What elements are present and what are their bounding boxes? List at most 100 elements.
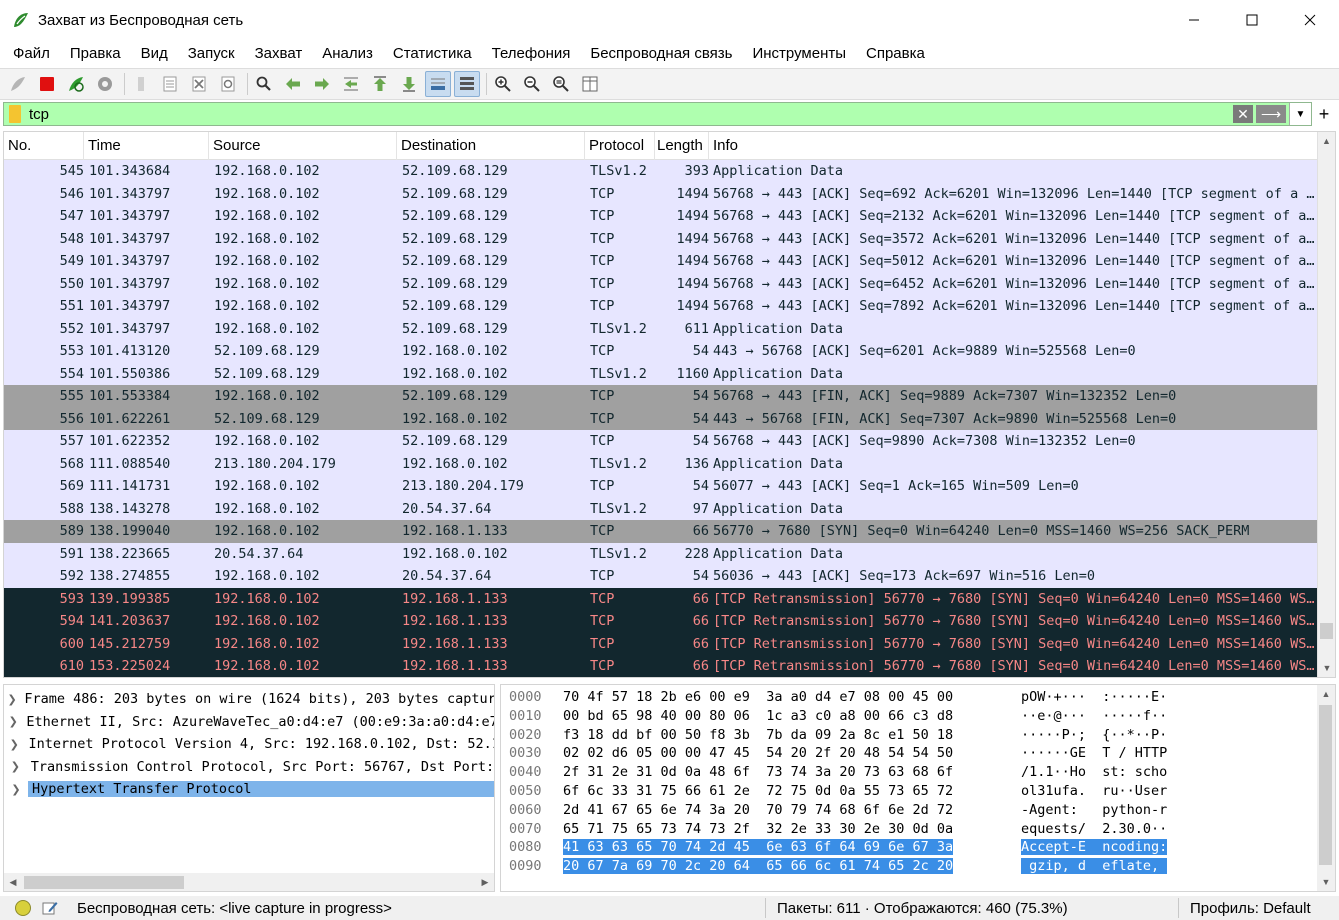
- bookmark-icon[interactable]: [9, 105, 21, 123]
- packet-row[interactable]: 569 111.141731 192.168.0.102 213.180.204.17…: [4, 475, 1335, 498]
- menu-help[interactable]: Справка: [856, 45, 935, 62]
- zoom-reset-button[interactable]: [548, 71, 574, 97]
- packet-row[interactable]: 549 101.343797 192.168.0.102 52.109.68.129 T…: [4, 250, 1335, 273]
- apply-filter-button[interactable]: ⟶: [1256, 105, 1286, 123]
- packet-row[interactable]: 550 101.343797 192.168.0.102 52.109.68.129 T…: [4, 272, 1335, 295]
- ascii-bytes[interactable]: ·····P·; {··*··P·: [1021, 727, 1167, 743]
- packet-row[interactable]: 600 145.212759 192.168.0.102 192.168.1.133 T…: [4, 632, 1335, 655]
- resize-columns-button[interactable]: [577, 71, 603, 97]
- scroll-left-icon[interactable]: ◀: [4, 877, 22, 888]
- packet-row[interactable]: 554 101.550386 52.109.68.129 192.168.0.102 T…: [4, 362, 1335, 385]
- ascii-bytes[interactable]: equests/ 2.30.0··: [1021, 821, 1167, 837]
- packet-row[interactable]: 548 101.343797 192.168.0.102 52.109.68.129 T…: [4, 227, 1335, 250]
- scroll-down-icon[interactable]: ▼: [1317, 873, 1335, 891]
- scroll-up-icon[interactable]: ▲: [1318, 132, 1335, 150]
- packet-row[interactable]: 568 111.088540 213.180.204.179 192.168.0.10…: [4, 452, 1335, 475]
- go-back-button[interactable]: [280, 71, 306, 97]
- hex-bytes[interactable]: 2f 31 2e 31 0d 0a 48 6f 73 74 3a 20 73 6…: [563, 764, 953, 780]
- stop-capture-button[interactable]: [34, 71, 60, 97]
- menu-file[interactable]: Файл: [3, 45, 60, 62]
- scrollbar-thumb[interactable]: [1320, 623, 1333, 640]
- packet-row[interactable]: 545 101.343684 192.168.0.102 52.109.68.129 T…: [4, 160, 1335, 183]
- hex-bytes[interactable]: 00 bd 65 98 40 00 80 06 1c a3 c0 a8 00 6…: [563, 708, 953, 724]
- zoom-out-button[interactable]: [519, 71, 545, 97]
- expand-arrow-icon[interactable]: ❯: [4, 693, 20, 706]
- colorize-toggle[interactable]: [454, 71, 480, 97]
- expand-arrow-icon[interactable]: ❯: [4, 738, 25, 751]
- detail-tree-item[interactable]: ❯ Transmission Control Protocol, Src Port…: [4, 756, 494, 779]
- scroll-up-icon[interactable]: ▲: [1317, 685, 1335, 703]
- hex-bytes[interactable]: 02 02 d6 05 00 00 47 45 54 20 2f 20 48 5…: [563, 745, 953, 761]
- packet-row[interactable]: 555 101.553384 192.168.0.102 52.109.68.129 T…: [4, 385, 1335, 408]
- packet-list[interactable]: No. Time Source Destination Protocol Len…: [3, 131, 1336, 678]
- packet-row[interactable]: 589 138.199040 192.168.0.102 192.168.1.133 T…: [4, 520, 1335, 543]
- hex-bytes[interactable]: 2d 41 67 65 6e 74 3a 20 70 79 74 68 6f 6…: [563, 802, 953, 818]
- column-header-destination[interactable]: Destination: [397, 132, 585, 160]
- expand-arrow-icon[interactable]: ❯: [4, 783, 28, 796]
- scrollbar-thumb[interactable]: [1319, 705, 1332, 865]
- scroll-down-icon[interactable]: ▼: [1318, 659, 1335, 677]
- column-header-no[interactable]: No.: [4, 132, 84, 160]
- close-file-button[interactable]: [186, 71, 212, 97]
- hex-bytes[interactable]: 41 63 63 65 70 74 2d 45 6e 63 6f 64 69 6…: [563, 839, 954, 856]
- column-header-source[interactable]: Source: [209, 132, 397, 160]
- packet-row[interactable]: 588 138.143278 192.168.0.102 20.54.37.64 TLS…: [4, 497, 1335, 520]
- packet-row[interactable]: 553 101.413120 52.109.68.129 192.168.0.102 T…: [4, 340, 1335, 363]
- ascii-bytes[interactable]: pOW·+··· :·····E·: [1021, 689, 1167, 705]
- find-packet-button[interactable]: [251, 71, 277, 97]
- packet-row[interactable]: 556 101.622261 52.109.68.129 192.168.0.102 T…: [4, 407, 1335, 430]
- menu-go[interactable]: Запуск: [178, 45, 245, 62]
- ascii-bytes[interactable]: /1.1··Ho st: scho: [1021, 764, 1167, 780]
- menu-edit[interactable]: Правка: [60, 45, 131, 62]
- ascii-bytes[interactable]: ··e·@··· ·····f··: [1021, 708, 1167, 724]
- detail-tree-item[interactable]: ❯ Frame 486: 203 bytes on wire (1624 bits…: [4, 688, 494, 711]
- go-to-packet-button[interactable]: [338, 71, 364, 97]
- close-button[interactable]: [1281, 0, 1339, 40]
- scroll-right-icon[interactable]: ▶: [476, 877, 494, 888]
- packet-row[interactable]: 610 153.225024 192.168.0.102 192.168.1.133 T…: [4, 655, 1335, 677]
- menu-wireless[interactable]: Беспроводная связь: [580, 45, 742, 62]
- packet-row[interactable]: 551 101.343797 192.168.0.102 52.109.68.129 T…: [4, 295, 1335, 318]
- save-file-button[interactable]: [157, 71, 183, 97]
- expand-arrow-icon[interactable]: ❯: [4, 760, 27, 773]
- column-header-time[interactable]: Time: [84, 132, 209, 160]
- column-header-protocol[interactable]: Protocol: [585, 132, 655, 160]
- packet-details[interactable]: ❯ Frame 486: 203 bytes on wire (1624 bits…: [3, 684, 495, 892]
- packet-bytes[interactable]: 0000 70 4f 57 18 2b e6 00 e9 3a a0 d4 e7 …: [500, 684, 1336, 892]
- go-forward-button[interactable]: [309, 71, 335, 97]
- detail-tree-item[interactable]: ❯ Ethernet II, Src: AzureWaveTec_a0:d4:e7…: [4, 711, 494, 734]
- capture-comment-icon[interactable]: [41, 900, 59, 916]
- packet-row[interactable]: 557 101.622352 192.168.0.102 52.109.68.129 T…: [4, 430, 1335, 453]
- hex-bytes[interactable]: 20 67 7a 69 70 2c 20 64 65 66 6c 61 74 6…: [563, 858, 954, 875]
- first-packet-button[interactable]: [367, 71, 393, 97]
- start-capture-button[interactable]: [5, 71, 31, 97]
- zoom-in-button[interactable]: [490, 71, 516, 97]
- hex-bytes[interactable]: 65 71 75 65 73 74 73 2f 32 2e 33 30 2e 3…: [563, 821, 953, 837]
- column-header-length[interactable]: Length: [655, 132, 709, 160]
- ascii-bytes[interactable]: Accept-E ncoding:: [1021, 839, 1168, 856]
- scrollbar-thumb[interactable]: [24, 875, 184, 889]
- display-filter-input[interactable]: tcp ✕ ⟶ ▼: [3, 102, 1312, 126]
- ascii-bytes[interactable]: ······GE T / HTTP: [1021, 745, 1167, 761]
- menu-capture[interactable]: Захват: [245, 45, 313, 62]
- detail-tree-item[interactable]: ❯ Internet Protocol Version 4, Src: 192.1…: [4, 733, 494, 756]
- profile-selector[interactable]: Профиль: Default: [1190, 900, 1311, 917]
- expand-arrow-icon[interactable]: ❯: [4, 715, 22, 728]
- autoscroll-toggle[interactable]: [425, 71, 451, 97]
- detail-tree-item[interactable]: ❯ Hypertext Transfer Protocol: [4, 778, 494, 801]
- clear-filter-button[interactable]: ✕: [1233, 105, 1253, 123]
- capture-options-button[interactable]: [92, 71, 118, 97]
- last-packet-button[interactable]: [396, 71, 422, 97]
- hex-bytes[interactable]: 70 4f 57 18 2b e6 00 e9 3a a0 d4 e7 08 0…: [563, 689, 953, 705]
- ascii-bytes[interactable]: gzip, d eflate,: [1021, 858, 1168, 875]
- packet-row[interactable]: 552 101.343797 192.168.0.102 52.109.68.129 T…: [4, 317, 1335, 340]
- details-horizontal-scrollbar[interactable]: ◀ ▶: [4, 873, 494, 891]
- packet-list-scrollbar[interactable]: ▲ ▼: [1317, 132, 1335, 677]
- menu-view[interactable]: Вид: [131, 45, 178, 62]
- packet-row[interactable]: 546 101.343797 192.168.0.102 52.109.68.129 T…: [4, 182, 1335, 205]
- column-header-info[interactable]: Info: [709, 132, 1335, 160]
- ascii-bytes[interactable]: -Agent: python-r: [1021, 802, 1167, 818]
- minimize-button[interactable]: [1165, 0, 1223, 40]
- hex-bytes[interactable]: 6f 6c 33 31 75 66 61 2e 72 75 0d 0a 55 7…: [563, 783, 953, 799]
- bytes-scrollbar[interactable]: ▲ ▼: [1317, 685, 1335, 891]
